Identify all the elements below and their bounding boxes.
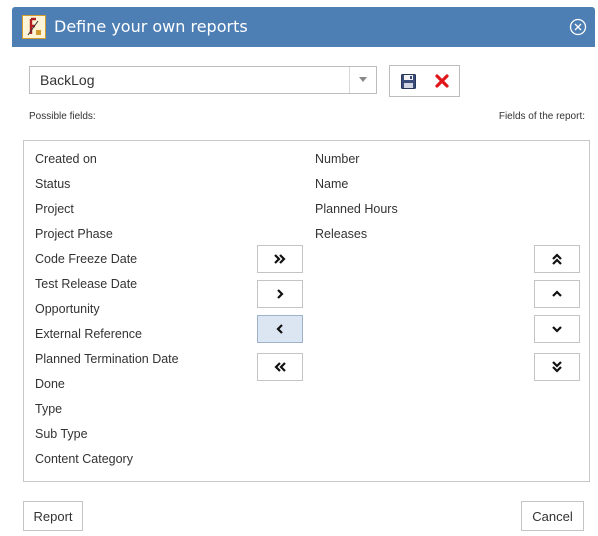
move-top-button[interactable] — [534, 245, 580, 273]
possible-field-item[interactable]: Sub Type — [35, 427, 88, 441]
double-chevron-down-icon — [552, 361, 562, 373]
report-button[interactable]: Report — [23, 501, 83, 531]
move-bottom-button[interactable] — [534, 353, 580, 381]
possible-field-item[interactable]: Status — [35, 177, 70, 191]
report-select[interactable]: BackLog — [29, 66, 377, 94]
chevron-down-icon — [552, 326, 562, 333]
report-field-item[interactable]: Planned Hours — [315, 202, 398, 216]
double-chevron-right-icon — [274, 254, 286, 264]
possible-field-item[interactable]: Done — [35, 377, 65, 391]
cancel-button[interactable]: Cancel — [521, 501, 584, 531]
add-button[interactable] — [257, 280, 303, 308]
chevron-right-icon — [277, 289, 284, 299]
possible-field-item[interactable]: Planned Termination Date — [35, 352, 179, 366]
possible-field-item[interactable]: Code Freeze Date — [35, 252, 137, 266]
dialog-titlebar: Define your own reports — [12, 7, 595, 47]
double-chevron-up-icon — [552, 253, 562, 265]
move-up-button[interactable] — [534, 280, 580, 308]
move-down-button[interactable] — [534, 315, 580, 343]
remove-button[interactable] — [257, 315, 303, 343]
report-actions — [389, 65, 460, 97]
remove-all-button[interactable] — [257, 353, 303, 381]
chevron-up-icon — [552, 290, 562, 297]
report-app-icon — [22, 15, 46, 39]
fields-panel: Created on Status Project Project Phase … — [23, 140, 590, 482]
close-icon[interactable] — [569, 18, 587, 36]
add-all-button[interactable] — [257, 245, 303, 273]
chevron-down-icon[interactable] — [359, 77, 367, 82]
report-field-item[interactable]: Number — [315, 152, 359, 166]
select-divider — [349, 67, 350, 93]
chevron-left-icon — [276, 324, 283, 334]
report-field-item[interactable]: Releases — [315, 227, 367, 241]
dialog-title: Define your own reports — [54, 17, 248, 36]
possible-fields-label: Possible fields: — [29, 111, 96, 122]
possible-field-item[interactable]: Created on — [35, 152, 97, 166]
possible-field-item[interactable]: Content Category — [35, 452, 133, 466]
double-chevron-left-icon — [274, 362, 286, 372]
report-field-item[interactable]: Name — [315, 177, 348, 191]
possible-field-item[interactable]: Project Phase — [35, 227, 113, 241]
report-fields-label: Fields of the report: — [498, 111, 585, 122]
possible-field-item[interactable]: Opportunity — [35, 302, 100, 316]
possible-field-item[interactable]: External Reference — [35, 327, 142, 341]
red-x-icon[interactable] — [435, 74, 449, 93]
floppy-disk-icon[interactable] — [401, 74, 416, 94]
possible-field-item[interactable]: Project — [35, 202, 74, 216]
possible-field-item[interactable]: Type — [35, 402, 62, 416]
define-reports-dialog: Define your own reports BackLog Possible… — [0, 0, 598, 536]
possible-field-item[interactable]: Test Release Date — [35, 277, 137, 291]
report-select-value: BackLog — [40, 72, 95, 88]
